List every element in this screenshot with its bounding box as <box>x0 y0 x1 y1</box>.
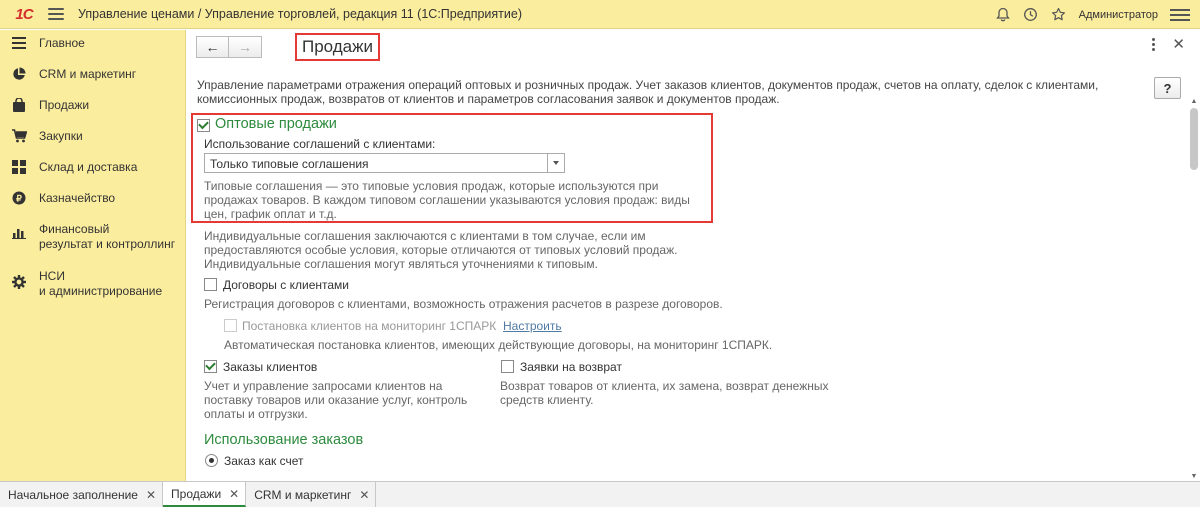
chevron-down-icon[interactable] <box>547 154 564 172</box>
cart-icon <box>11 128 27 144</box>
agreements-label: Использование соглашений с клиентами: <box>204 137 436 151</box>
history-icon[interactable] <box>1017 0 1045 29</box>
help-button[interactable]: ? <box>1154 77 1181 99</box>
user-name[interactable]: Администратор <box>1079 9 1158 21</box>
app-logo[interactable]: 1С <box>8 5 40 23</box>
sidebar-item-label-text: НСИ и администрирование <box>39 269 163 298</box>
agreements-select-value: Только типовые соглашения <box>210 157 369 171</box>
tab-crm[interactable]: CRM и маркетинг ✕ <box>246 482 377 507</box>
app-title: Управление ценами / Управление торговлей… <box>78 7 522 21</box>
sidebar-item-sales[interactable]: Продажи <box>0 92 185 123</box>
contracts-checkbox[interactable] <box>204 278 217 291</box>
orders-note: Учет и управление запросами клиентов на … <box>204 379 468 421</box>
arrow-right-icon: → <box>238 39 252 55</box>
sidebar-item-treasury[interactable]: ₽ Казначейство <box>0 185 185 216</box>
sidebar-item-main[interactable]: Главное <box>0 30 185 61</box>
monitoring-setup-link[interactable]: Настроить <box>503 319 562 333</box>
scrollbar-thumb[interactable] <box>1190 108 1198 170</box>
typical-agreements-note: Типовые соглашения — это типовые условия… <box>204 179 690 221</box>
page-title: Продажи <box>302 37 373 56</box>
tab-sales[interactable]: Продажи ✕ <box>163 482 247 507</box>
monitoring-label: Постановка клиентов на мониторинг 1СПАРК <box>242 319 497 333</box>
returns-note: Возврат товаров от клиента, их замена, в… <box>500 379 829 407</box>
coin-icon: ₽ <box>11 190 27 206</box>
contracts-note: Регистрация договоров с клиентами, возмо… <box>204 297 723 311</box>
sidebar-item-label: Закупки <box>39 129 83 143</box>
sidebar-item-label: Продажи <box>39 98 90 112</box>
orders-checkbox[interactable] <box>204 360 217 373</box>
orders-label[interactable]: Заказы клиентов <box>223 360 317 374</box>
main-menu-icon[interactable] <box>48 8 64 20</box>
close-icon[interactable]: ✕ <box>229 487 239 501</box>
sidebar-item-admin[interactable]: НСИ и администрирование <box>0 263 185 310</box>
more-actions-icon[interactable] <box>1148 38 1158 51</box>
tab-label: Начальное заполнение <box>8 487 138 502</box>
menu-lines-icon <box>11 35 27 51</box>
contracts-label[interactable]: Договоры с клиентами <box>223 278 349 292</box>
svg-text:₽: ₽ <box>16 194 22 204</box>
shopping-bag-icon <box>11 97 27 113</box>
wholesale-checkbox[interactable] <box>197 119 210 132</box>
sidebar-item-label: Финансовый результат и контроллинг <box>39 222 175 252</box>
returns-checkbox[interactable] <box>501 360 514 373</box>
sidebar-item-label: Склад и доставка <box>39 160 138 174</box>
tab-label: CRM и маркетинг <box>254 487 352 502</box>
close-icon[interactable]: ✕ <box>359 488 369 502</box>
monitoring-note: Автоматическая постановка клиентов, имею… <box>224 338 773 352</box>
individual-agreements-note: Индивидуальные соглашения заключаются с … <box>204 229 678 271</box>
scroll-up-icon[interactable]: ▲ <box>1188 96 1200 106</box>
agreements-select[interactable]: Только типовые соглашения <box>204 153 565 173</box>
tab-label: Продажи <box>171 486 222 501</box>
open-windows-tabs: Начальное заполнение ✕ Продажи ✕ CRM и м… <box>0 481 1200 507</box>
order-usage-heading: Использование заказов <box>204 432 364 448</box>
back-button[interactable]: ← <box>196 36 229 58</box>
arrow-left-icon: ← <box>205 39 220 55</box>
sidebar-item-finance[interactable]: Финансовый результат и контроллинг <box>0 216 185 263</box>
close-icon[interactable]: ✕ <box>146 488 156 502</box>
system-menu-icon[interactable] <box>1170 8 1190 21</box>
main-panel: ← → Продажи ✕ Управление параметрами отр… <box>187 30 1200 481</box>
bell-icon[interactable] <box>989 0 1017 29</box>
sidebar-item-purchases[interactable]: Закупки <box>0 123 185 154</box>
wholesale-heading[interactable]: Оптовые продажи <box>215 116 337 132</box>
title-bar: 1С Управление ценами / Управление торгов… <box>0 0 1200 29</box>
sidebar-item-label: Главное <box>39 36 85 50</box>
order-as-invoice-radio[interactable] <box>205 454 218 467</box>
vertical-scrollbar[interactable]: ▲ ▼ <box>1188 96 1200 481</box>
sidebar: Главное CRM и маркетинг Продажи Закупки … <box>0 30 186 481</box>
sidebar-item-label: CRM и маркетинг <box>39 67 137 81</box>
history-nav: ← → <box>196 36 262 58</box>
returns-label[interactable]: Заявки на возврат <box>520 360 622 374</box>
tab-initial-fill[interactable]: Начальное заполнение ✕ <box>0 482 164 507</box>
sidebar-item-label: Казначейство <box>39 191 116 205</box>
order-as-invoice-label[interactable]: Заказ как счет <box>224 454 303 468</box>
scroll-down-icon[interactable]: ▼ <box>1188 471 1200 481</box>
close-icon[interactable]: ✕ <box>1172 35 1185 53</box>
page-title-highlight: Продажи <box>295 33 380 61</box>
logo-text: 1С <box>15 5 33 23</box>
sidebar-item-crm[interactable]: CRM и маркетинг <box>0 61 185 92</box>
favorites-star-icon[interactable] <box>1045 0 1073 29</box>
sidebar-item-label: НСИ и администрирование <box>39 269 162 299</box>
sidebar-item-warehouse[interactable]: Склад и доставка <box>0 154 185 185</box>
sidebar-item-label-text: Финансовый результат и контроллинг <box>39 222 176 251</box>
warehouse-grid-icon <box>11 159 27 175</box>
bar-chart-icon <box>11 225 27 241</box>
forward-button[interactable]: → <box>229 36 262 58</box>
page-description: Управление параметрами отражения операци… <box>197 78 1099 106</box>
monitoring-checkbox[interactable] <box>224 319 237 332</box>
gear-icon <box>11 274 27 290</box>
pie-chart-icon <box>11 66 27 82</box>
